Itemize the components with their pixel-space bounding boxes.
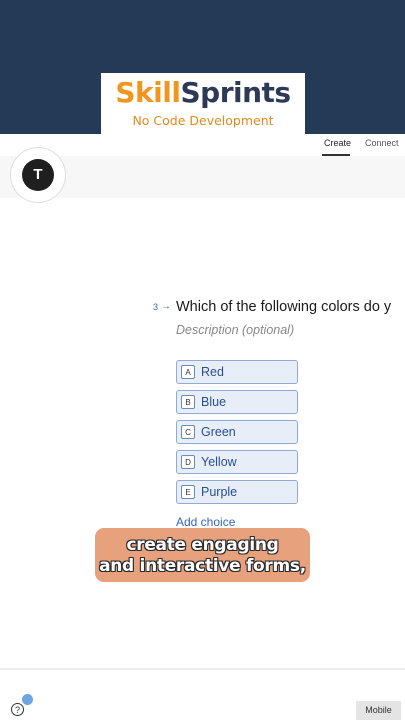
caption-line-2: and interactive forms, (99, 556, 306, 576)
choice-e[interactable]: E Purple (176, 480, 298, 504)
description-field[interactable]: Description (optional) (176, 323, 294, 337)
choice-key-b: B (181, 395, 195, 409)
arrow-right-icon: → (161, 301, 171, 312)
choice-label: Red (201, 365, 224, 379)
add-choice-link[interactable]: Add choice (176, 515, 235, 529)
logo-word-skill: Skill (115, 76, 181, 109)
logo-tagline: No Code Development (132, 113, 274, 128)
tab-connect[interactable]: Connect (365, 138, 399, 148)
skillsprints-logo: SkillSprints No Code Development (101, 73, 305, 135)
choice-label: Green (201, 425, 236, 439)
bottom-bar (0, 670, 405, 720)
choice-b[interactable]: B Blue (176, 390, 298, 414)
question-title[interactable]: Which of the following colors do y (176, 299, 405, 315)
choice-a[interactable]: A Red (176, 360, 298, 384)
choice-key-c: C (181, 425, 195, 439)
choice-c[interactable]: C Green (176, 420, 298, 444)
choice-label: Purple (201, 485, 238, 499)
avatar[interactable]: T (11, 148, 65, 202)
notification-dot-icon (22, 694, 33, 705)
help-icon[interactable]: ? (11, 703, 24, 716)
mobile-preview-button[interactable]: Mobile (356, 701, 401, 720)
choice-key-a: A (181, 365, 195, 379)
avatar-initial: T (22, 159, 54, 191)
tab-create[interactable]: Create (324, 138, 351, 148)
logo-title: SkillSprints (101, 75, 305, 111)
caption-line-1: create engaging (126, 535, 279, 555)
video-caption: create engaging and interactive forms, (95, 528, 310, 582)
logo-word-sprints: Sprints (180, 76, 291, 109)
question-number: 3 (153, 302, 159, 312)
choice-key-e: E (181, 485, 195, 499)
choice-label: Blue (201, 395, 227, 409)
choice-label: Yellow (201, 455, 237, 469)
choice-key-d: D (181, 455, 195, 469)
choice-d[interactable]: D Yellow (176, 450, 298, 474)
